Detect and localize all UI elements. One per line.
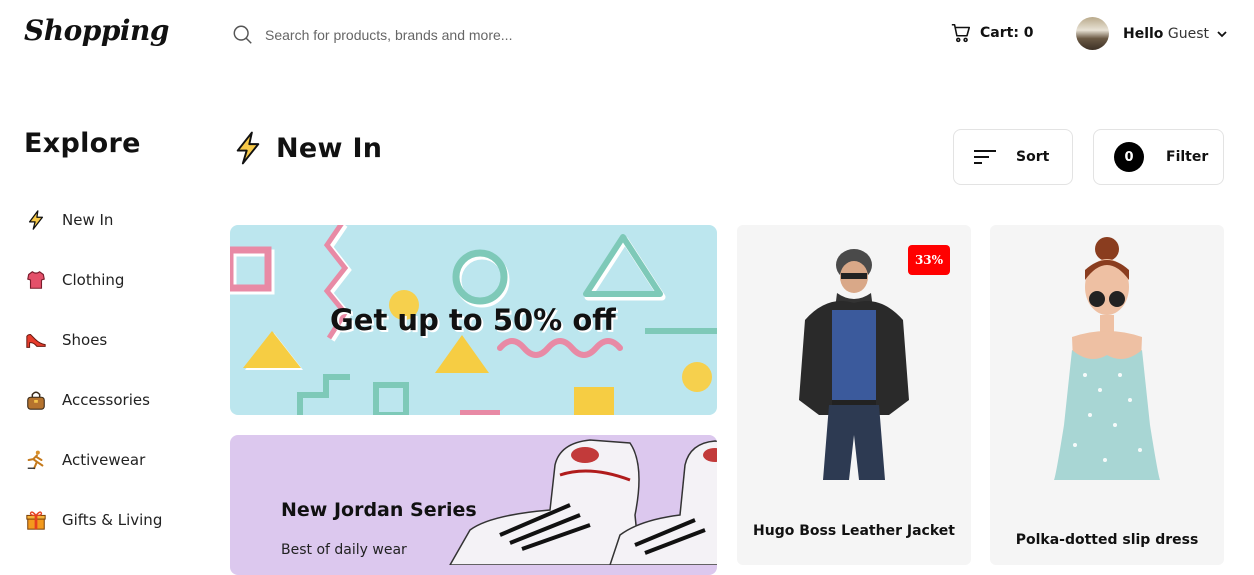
filter-button[interactable]: 0 Filter	[1093, 129, 1224, 185]
avatar[interactable]	[1076, 17, 1109, 50]
shirt-icon	[24, 268, 48, 292]
promo-banner[interactable]: Get up to 50% off	[230, 225, 717, 415]
sidebar-item-gifts[interactable]: Gifts & Living	[24, 508, 162, 532]
cart-icon	[951, 23, 971, 43]
jordan-banner[interactable]: New Jordan Series Best of daily wear	[230, 435, 717, 575]
jordan-subtitle: Best of daily wear	[281, 542, 407, 558]
sidebar-item-accessories[interactable]: Accessories	[24, 388, 150, 412]
product-name[interactable]: Polka-dotted slip dress	[990, 532, 1224, 548]
sidebar-item-shoes[interactable]: Shoes	[24, 328, 107, 352]
sort-label: Sort	[1016, 149, 1050, 165]
top-header: Shopping Cart: 0 Hello Guest	[0, 0, 1254, 68]
sidebar-item-activewear[interactable]: Activewear	[24, 448, 145, 472]
product-card[interactable]: Polka-dotted slip dress	[990, 225, 1224, 565]
search-icon[interactable]	[232, 24, 254, 46]
filter-label: Filter	[1166, 149, 1209, 165]
cart-label: Cart: 0	[980, 25, 1034, 41]
promo-text: Get up to 50% off	[330, 303, 616, 337]
lightning-icon	[24, 208, 48, 232]
filter-count-badge: 0	[1114, 142, 1144, 172]
section-header: New In	[232, 130, 382, 166]
sort-button[interactable]: Sort	[953, 129, 1073, 185]
sidebar-item-label: Accessories	[62, 391, 150, 409]
sidebar-item-clothing[interactable]: Clothing	[24, 268, 124, 292]
heel-shoe-icon	[24, 328, 48, 352]
chevron-down-icon[interactable]	[1215, 27, 1229, 41]
cart-button[interactable]: Cart: 0	[950, 22, 1034, 44]
product-name[interactable]: Hugo Boss Leather Jacket	[737, 523, 971, 539]
product-card[interactable]: 33% Hugo Boss Leather Jacket	[737, 225, 971, 565]
user-greeting: Hello Guest	[1123, 26, 1209, 42]
product-image	[1054, 237, 1160, 480]
hello-text: Hello	[1123, 25, 1164, 42]
sidebar-item-label: Activewear	[62, 451, 146, 469]
gift-icon	[24, 508, 48, 532]
search-input[interactable]	[265, 27, 745, 43]
user-menu[interactable]: Hello Guest	[1076, 17, 1229, 50]
sidebar-title: Explore	[24, 128, 141, 159]
lightning-icon	[236, 131, 260, 165]
search-bar[interactable]	[232, 22, 792, 48]
sidebar-item-new-in[interactable]: New In	[24, 208, 113, 232]
jordan-title: New Jordan Series	[281, 499, 477, 521]
handbag-icon	[24, 388, 48, 412]
logo[interactable]: Shopping	[24, 14, 169, 47]
sidebar: Explore New In Clothing Shoes Accessorie…	[24, 128, 214, 530]
sidebar-item-label: Gifts & Living	[62, 511, 163, 529]
sidebar-item-label: New In	[62, 211, 114, 229]
user-name: Guest	[1167, 25, 1210, 42]
page-title: New In	[276, 132, 383, 164]
discount-badge: 33%	[908, 245, 950, 275]
sidebar-item-label: Clothing	[62, 271, 125, 289]
sort-icon	[974, 150, 996, 164]
sidebar-item-label: Shoes	[62, 331, 108, 349]
running-icon	[24, 448, 48, 472]
